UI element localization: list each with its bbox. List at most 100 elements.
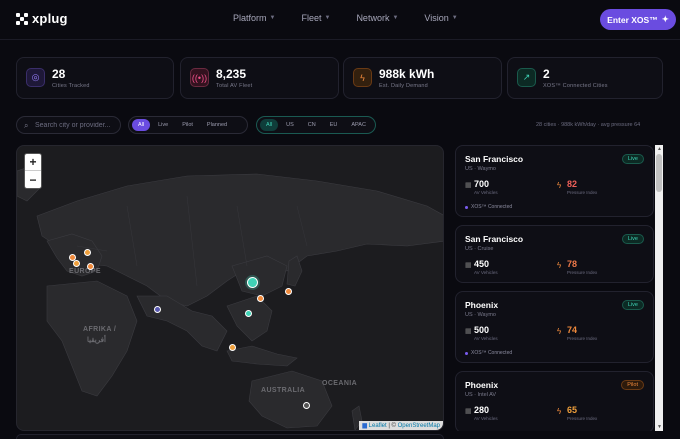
map-label-europe: EUROPE: [69, 268, 101, 275]
search-input[interactable]: [35, 119, 119, 132]
stat-value: 8,235: [216, 67, 247, 81]
vehicle-label: AV Vehicles: [474, 336, 498, 341]
pressure-label: Pressure Index: [567, 270, 598, 275]
bottom-card-edge: [16, 434, 444, 439]
map-marker[interactable]: [154, 306, 161, 313]
region-apac[interactable]: APAC: [345, 119, 372, 131]
stat-value: 988k kWh: [379, 67, 435, 81]
status-badge: Live: [621, 234, 644, 244]
enter-xos-label: Enter XOS™: [607, 14, 658, 25]
city-name: San Francisco: [465, 234, 524, 244]
stat-label: Total AV Fleet: [216, 83, 253, 89]
pressure-value: 82: [567, 179, 578, 189]
status-planned[interactable]: Planned: [201, 119, 233, 131]
region-us[interactable]: US: [280, 119, 300, 131]
globe-icon: ◎: [26, 68, 45, 87]
zoom-in-button[interactable]: +: [25, 154, 41, 171]
search-icon: ⌕: [24, 121, 29, 130]
menu-label: Platform: [233, 13, 267, 23]
pressure-label: Pressure Index: [567, 416, 598, 421]
city-card[interactable]: Phoenix US · Intel AV Pilot ▦ 280 AV Veh…: [455, 371, 654, 431]
map-tiles: [17, 165, 443, 430]
flag-icon: ▆: [362, 423, 367, 429]
region-all[interactable]: All: [260, 119, 279, 131]
vehicle-label: AV Vehicles: [474, 416, 498, 421]
bolt-icon: ϟ: [353, 68, 372, 87]
status-all[interactable]: All: [132, 119, 151, 131]
enter-xos-button[interactable]: Enter XOS™ ✦: [600, 9, 676, 30]
menu-vision[interactable]: Vision ▼: [424, 13, 457, 23]
city-name: San Francisco: [465, 154, 524, 164]
map-marker[interactable]: [229, 344, 236, 351]
logo[interactable]: xplug: [16, 11, 68, 26]
vehicle-count: 500: [474, 325, 490, 335]
stat-value: 2: [543, 67, 550, 81]
city-card[interactable]: Phoenix US · Waymo Live ▦ 500 AV Vehicle…: [455, 291, 654, 363]
map-marker[interactable]: [84, 249, 91, 256]
bolt-icon: ϟ: [557, 407, 562, 416]
zoom-control: + −: [24, 153, 42, 189]
city-card[interactable]: San Francisco US · Waymo Live ▦ 700 AV V…: [455, 145, 654, 217]
xos-dot-icon: [465, 205, 468, 209]
chevron-down-icon: ▼: [269, 15, 276, 21]
menu-label: Network: [356, 13, 390, 23]
status-badge: Live: [621, 300, 644, 310]
map-marker[interactable]: [303, 402, 310, 409]
city-list[interactable]: San Francisco US · Waymo Live ▦ 700 AV V…: [455, 145, 664, 431]
world-map[interactable]: EUROPE AFRIKA / أفريقيا AUSTRALIA OCEANI…: [16, 145, 444, 431]
status-badge: Pilot: [621, 380, 644, 390]
xos-connected: XOS™ Connected: [465, 350, 512, 356]
region-cn[interactable]: CN: [302, 119, 322, 131]
status-pilot[interactable]: Pilot: [176, 119, 199, 131]
summary-meta: 28 cities · 988k kWh/day · avg pressure …: [536, 122, 641, 128]
scrollbar-thumb[interactable]: [656, 154, 662, 192]
top-nav: xplug Platform ▼ Fleet ▼ Network ▼ Vision ▼ …: [0, 0, 680, 40]
osm-link[interactable]: OpenStreetMap: [398, 423, 440, 429]
menu-network[interactable]: Network ▼: [356, 13, 398, 23]
map-marker[interactable]: [87, 263, 94, 270]
map-label-oceania: OCEANIA: [322, 380, 358, 387]
xos-label: XOS™ Connected: [471, 350, 513, 356]
xos-connected: XOS™ Connected: [465, 204, 512, 210]
leaflet-link[interactable]: Leaflet: [369, 423, 387, 429]
signal-icon: ((•)): [190, 68, 209, 87]
scroll-down-icon[interactable]: ▼: [657, 424, 662, 430]
status-live[interactable]: Live: [152, 119, 174, 131]
car-icon: ▦: [465, 328, 472, 335]
stat-label: XOS™ Connected Cities: [543, 83, 608, 89]
bolt-icon: ϟ: [557, 181, 562, 190]
xos-dot-icon: [465, 351, 468, 355]
region-eu[interactable]: EU: [324, 119, 344, 131]
map-marker[interactable]: [245, 310, 252, 317]
logo-icon: [16, 12, 28, 25]
region-filter: All US CN EU APAC: [256, 116, 376, 134]
city-list-scrollbar[interactable]: ▲ ▼: [655, 145, 663, 431]
map-attribution: ▆ Leaflet | © OpenStreetMap: [359, 421, 443, 430]
trend-icon: ↗: [517, 68, 536, 87]
pressure-value: 78: [567, 259, 578, 269]
vehicle-count: 450: [474, 259, 490, 269]
chevron-down-icon: ▼: [451, 15, 458, 21]
city-provider: US · Intel AV: [465, 392, 497, 398]
map-marker[interactable]: [285, 288, 292, 295]
menu-platform[interactable]: Platform ▼: [233, 13, 275, 23]
menu-fleet[interactable]: Fleet ▼: [301, 13, 330, 23]
car-icon: ▦: [465, 182, 472, 189]
pressure-value: 74: [567, 325, 578, 335]
zoom-out-button[interactable]: −: [25, 171, 41, 188]
pressure-label: Pressure Index: [567, 190, 598, 195]
chevron-down-icon: ▼: [324, 15, 331, 21]
scroll-up-icon[interactable]: ▲: [657, 146, 662, 152]
attribution-separator: | ©: [386, 423, 398, 429]
menu-label: Vision: [424, 13, 449, 23]
map-marker[interactable]: [73, 260, 80, 267]
city-card[interactable]: San Francisco US · Cruise Live ▦ 450 AV …: [455, 225, 654, 283]
chevron-down-icon: ▼: [392, 15, 399, 21]
map-marker-xos[interactable]: [247, 277, 258, 288]
stat-xos-connected: ↗ 2 XOS™ Connected Cities: [507, 57, 663, 99]
city-name: Phoenix: [465, 300, 499, 310]
vehicle-count: 280: [474, 405, 490, 415]
bolt-icon: ϟ: [557, 261, 562, 270]
map-marker[interactable]: [257, 295, 264, 302]
car-icon: ▦: [465, 262, 472, 269]
